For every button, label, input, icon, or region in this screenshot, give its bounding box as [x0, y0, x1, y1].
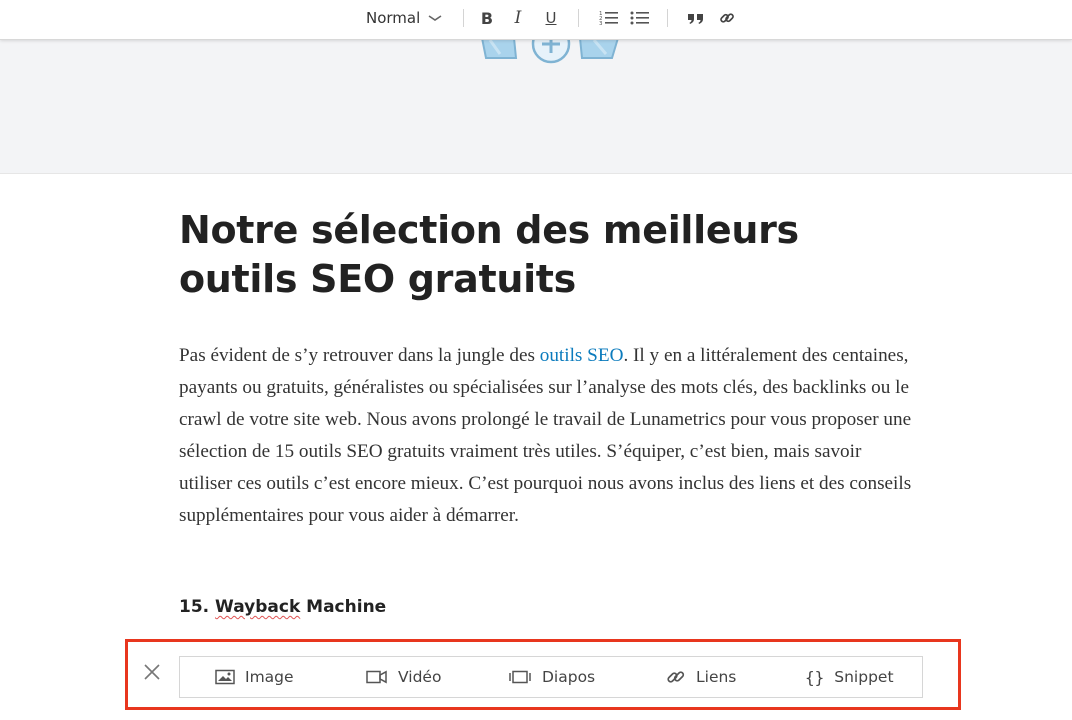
section-name-rest: Machine	[300, 597, 387, 617]
close-insert-bar-button[interactable]	[140, 662, 164, 686]
close-icon	[143, 663, 161, 686]
link-icon	[666, 667, 686, 687]
code-braces-icon: {}	[805, 667, 825, 687]
misspelled-word: Wayback	[215, 597, 301, 617]
svg-text:3: 3	[599, 21, 603, 27]
bulleted-list-button[interactable]	[628, 6, 652, 30]
paragraph-style-label: Normal	[366, 9, 421, 27]
add-image-icon[interactable]	[476, 24, 626, 71]
underline-button[interactable]: U	[539, 6, 563, 30]
formatting-toolbar: Normal B I U 1 2 3	[0, 0, 1072, 40]
cover-image-area[interactable]	[0, 24, 1072, 174]
paragraph-text-start: Pas évident de s’y retrouver dans la jun…	[179, 345, 540, 366]
bulleted-list-icon	[630, 9, 650, 27]
image-icon	[215, 669, 235, 685]
numbered-list-icon: 1 2 3	[599, 9, 619, 27]
chevron-down-icon	[428, 11, 442, 25]
slides-icon	[508, 670, 532, 684]
blockquote-button[interactable]	[684, 6, 708, 30]
toolbar-divider	[578, 9, 579, 27]
section-heading[interactable]: 15. Wayback Machine	[179, 597, 386, 617]
insert-slides-label: Diapos	[542, 668, 596, 686]
article-title[interactable]: Notre sélection des meilleurs outils SEO…	[179, 206, 919, 304]
insert-video-label: Vidéo	[398, 668, 442, 686]
article-paragraph[interactable]: Pas évident de s’y retrouver dans la jun…	[179, 340, 919, 532]
bold-button[interactable]: B	[475, 6, 499, 30]
paragraph-style-select[interactable]: Normal	[366, 0, 442, 36]
insert-links-button[interactable]: Liens	[666, 657, 736, 697]
insert-slides-button[interactable]: Diapos	[508, 657, 595, 697]
insert-image-label: Image	[245, 668, 294, 686]
insert-snippet-label: Snippet	[834, 668, 894, 686]
seo-tools-link[interactable]: outils SEO	[540, 345, 624, 366]
insert-snippet-button[interactable]: {} Snippet	[805, 657, 894, 697]
insert-media-bar: Image Vidéo Diapos Liens {} Snippet	[179, 656, 923, 698]
link-icon	[719, 10, 735, 26]
insert-link-button[interactable]	[715, 6, 739, 30]
insert-links-label: Liens	[696, 668, 737, 686]
numbered-list-button[interactable]: 1 2 3	[597, 6, 621, 30]
toolbar-divider	[463, 9, 464, 27]
toolbar-divider	[667, 9, 668, 27]
italic-button[interactable]: I	[506, 6, 530, 30]
video-icon	[366, 670, 388, 684]
insert-video-button[interactable]: Vidéo	[366, 657, 441, 697]
insert-image-button[interactable]: Image	[215, 657, 294, 697]
section-number: 15.	[179, 597, 216, 617]
paragraph-text-end: . Il y en a littéralement des centaines,…	[179, 345, 912, 526]
quote-icon	[687, 11, 705, 25]
